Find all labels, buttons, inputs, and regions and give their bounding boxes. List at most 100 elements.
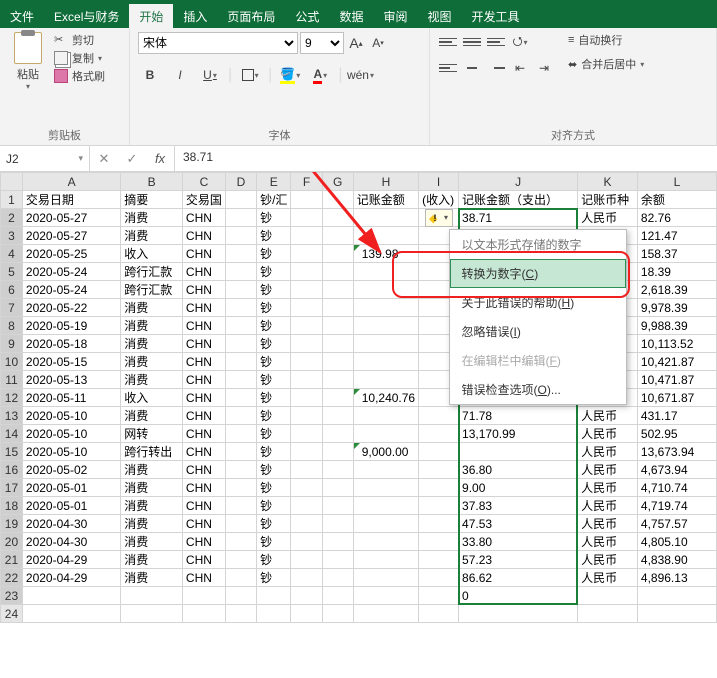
cell-6-B[interactable]: 跨行汇款	[121, 281, 183, 299]
cell-5-C[interactable]: CHN	[182, 263, 225, 281]
row-header-15[interactable]: 15	[1, 443, 23, 461]
cell-12-E[interactable]: 钞	[257, 389, 291, 407]
row-header-12[interactable]: 12	[1, 389, 23, 407]
cell-19-D[interactable]	[225, 515, 256, 533]
menu-tab-4[interactable]: 页面布局	[217, 4, 285, 28]
cell-4-A[interactable]: 2020-05-25	[22, 245, 120, 263]
cell-21-I[interactable]	[419, 551, 459, 569]
cell-4-F[interactable]	[291, 245, 322, 263]
cell-10-A[interactable]: 2020-05-15	[22, 353, 120, 371]
col-header-H[interactable]: H	[353, 173, 418, 191]
cell-14-E[interactable]: 钞	[257, 425, 291, 443]
cell-22-B[interactable]: 消费	[121, 569, 183, 587]
cell-9-A[interactable]: 2020-05-18	[22, 335, 120, 353]
cell-24-A[interactable]	[22, 605, 120, 623]
cell-3-C[interactable]: CHN	[182, 227, 225, 245]
cell-13-B[interactable]: 消费	[121, 407, 183, 425]
cell-2-F[interactable]	[291, 209, 322, 227]
menu-tab-7[interactable]: 审阅	[373, 4, 417, 28]
col-header-F[interactable]: F	[291, 173, 322, 191]
menu-tab-0[interactable]: 文件	[0, 4, 44, 28]
cell-18-J[interactable]: 37.83	[459, 497, 578, 515]
cell-23-H[interactable]	[353, 587, 418, 605]
align-top-button[interactable]	[438, 32, 458, 52]
cell-17-F[interactable]	[291, 479, 322, 497]
row-header-24[interactable]: 24	[1, 605, 23, 623]
col-header-C[interactable]: C	[182, 173, 225, 191]
cell-3-E[interactable]: 钞	[257, 227, 291, 245]
cell-20-A[interactable]: 2020-04-30	[22, 533, 120, 551]
cell-12-B[interactable]: 收入	[121, 389, 183, 407]
cell-24-G[interactable]	[322, 605, 353, 623]
row-header-17[interactable]: 17	[1, 479, 23, 497]
row-header-16[interactable]: 16	[1, 461, 23, 479]
col-header-G[interactable]: G	[322, 173, 353, 191]
cell-19-C[interactable]: CHN	[182, 515, 225, 533]
cell-19-I[interactable]	[419, 515, 459, 533]
cell-14-A[interactable]: 2020-05-10	[22, 425, 120, 443]
cell-20-J[interactable]: 33.80	[459, 533, 578, 551]
font-name-select[interactable]: 宋体	[138, 32, 298, 54]
cell-23-I[interactable]	[419, 587, 459, 605]
cell-1-D[interactable]	[225, 191, 256, 209]
cell-7-E[interactable]: 钞	[257, 299, 291, 317]
cell-9-L[interactable]: 10,113.52	[637, 335, 716, 353]
cell-15-G[interactable]	[322, 443, 353, 461]
cell-13-G[interactable]	[322, 407, 353, 425]
cell-16-F[interactable]	[291, 461, 322, 479]
cell-15-K[interactable]: 人民币	[578, 443, 638, 461]
cell-23-A[interactable]	[22, 587, 120, 605]
cell-20-E[interactable]: 钞	[257, 533, 291, 551]
cell-8-H[interactable]	[353, 317, 418, 335]
cell-7-F[interactable]	[291, 299, 322, 317]
paste-button[interactable]: 粘贴 ▾	[8, 32, 48, 91]
cell-15-F[interactable]	[291, 443, 322, 461]
cell-7-C[interactable]: CHN	[182, 299, 225, 317]
cell-18-K[interactable]: 人民币	[578, 497, 638, 515]
cell-23-F[interactable]	[291, 587, 322, 605]
cell-3-F[interactable]	[291, 227, 322, 245]
cell-17-J[interactable]: 9.00	[459, 479, 578, 497]
cell-24-E[interactable]	[257, 605, 291, 623]
cell-3-L[interactable]: 121.47	[637, 227, 716, 245]
insert-function-button[interactable]: fx	[146, 151, 174, 166]
row-header-8[interactable]: 8	[1, 317, 23, 335]
cell-5-H[interactable]	[353, 263, 418, 281]
cell-3-B[interactable]: 消费	[121, 227, 183, 245]
cell-15-J[interactable]	[459, 443, 578, 461]
cell-15-E[interactable]: 钞	[257, 443, 291, 461]
cell-5-B[interactable]: 跨行汇款	[121, 263, 183, 281]
cell-7-D[interactable]	[225, 299, 256, 317]
cell-20-G[interactable]	[322, 533, 353, 551]
cell-8-E[interactable]: 钞	[257, 317, 291, 335]
cell-22-H[interactable]	[353, 569, 418, 587]
cell-19-B[interactable]: 消费	[121, 515, 183, 533]
cell-4-C[interactable]: CHN	[182, 245, 225, 263]
decrease-indent-button[interactable]: ⇤	[510, 58, 530, 78]
cell-19-E[interactable]: 钞	[257, 515, 291, 533]
cell-19-H[interactable]	[353, 515, 418, 533]
cell-20-L[interactable]: 4,805.10	[637, 533, 716, 551]
font-size-select[interactable]: 9	[300, 32, 344, 54]
menu-tab-6[interactable]: 数据	[329, 4, 373, 28]
cell-5-E[interactable]: 钞	[257, 263, 291, 281]
cell-15-H[interactable]: 9,000.00	[353, 443, 418, 461]
context-menu-item-1[interactable]: 关于此错误的帮助(H)	[450, 288, 626, 317]
error-smart-tag[interactable]: ◆ ! ▾	[425, 209, 453, 227]
cell-18-I[interactable]	[419, 497, 459, 515]
cell-16-A[interactable]: 2020-05-02	[22, 461, 120, 479]
cell-15-B[interactable]: 跨行转出	[121, 443, 183, 461]
cell-24-F[interactable]	[291, 605, 322, 623]
cell-22-A[interactable]: 2020-04-29	[22, 569, 120, 587]
increase-indent-button[interactable]: ⇥	[534, 58, 554, 78]
cell-16-C[interactable]: CHN	[182, 461, 225, 479]
formula-value[interactable]: 38.71	[175, 146, 717, 171]
cell-1-G[interactable]	[322, 191, 353, 209]
row-header-7[interactable]: 7	[1, 299, 23, 317]
cell-12-D[interactable]	[225, 389, 256, 407]
cell-20-D[interactable]	[225, 533, 256, 551]
cell-13-L[interactable]: 431.17	[637, 407, 716, 425]
cell-6-F[interactable]	[291, 281, 322, 299]
cell-4-B[interactable]: 收入	[121, 245, 183, 263]
cell-1-A[interactable]: 交易日期	[22, 191, 120, 209]
